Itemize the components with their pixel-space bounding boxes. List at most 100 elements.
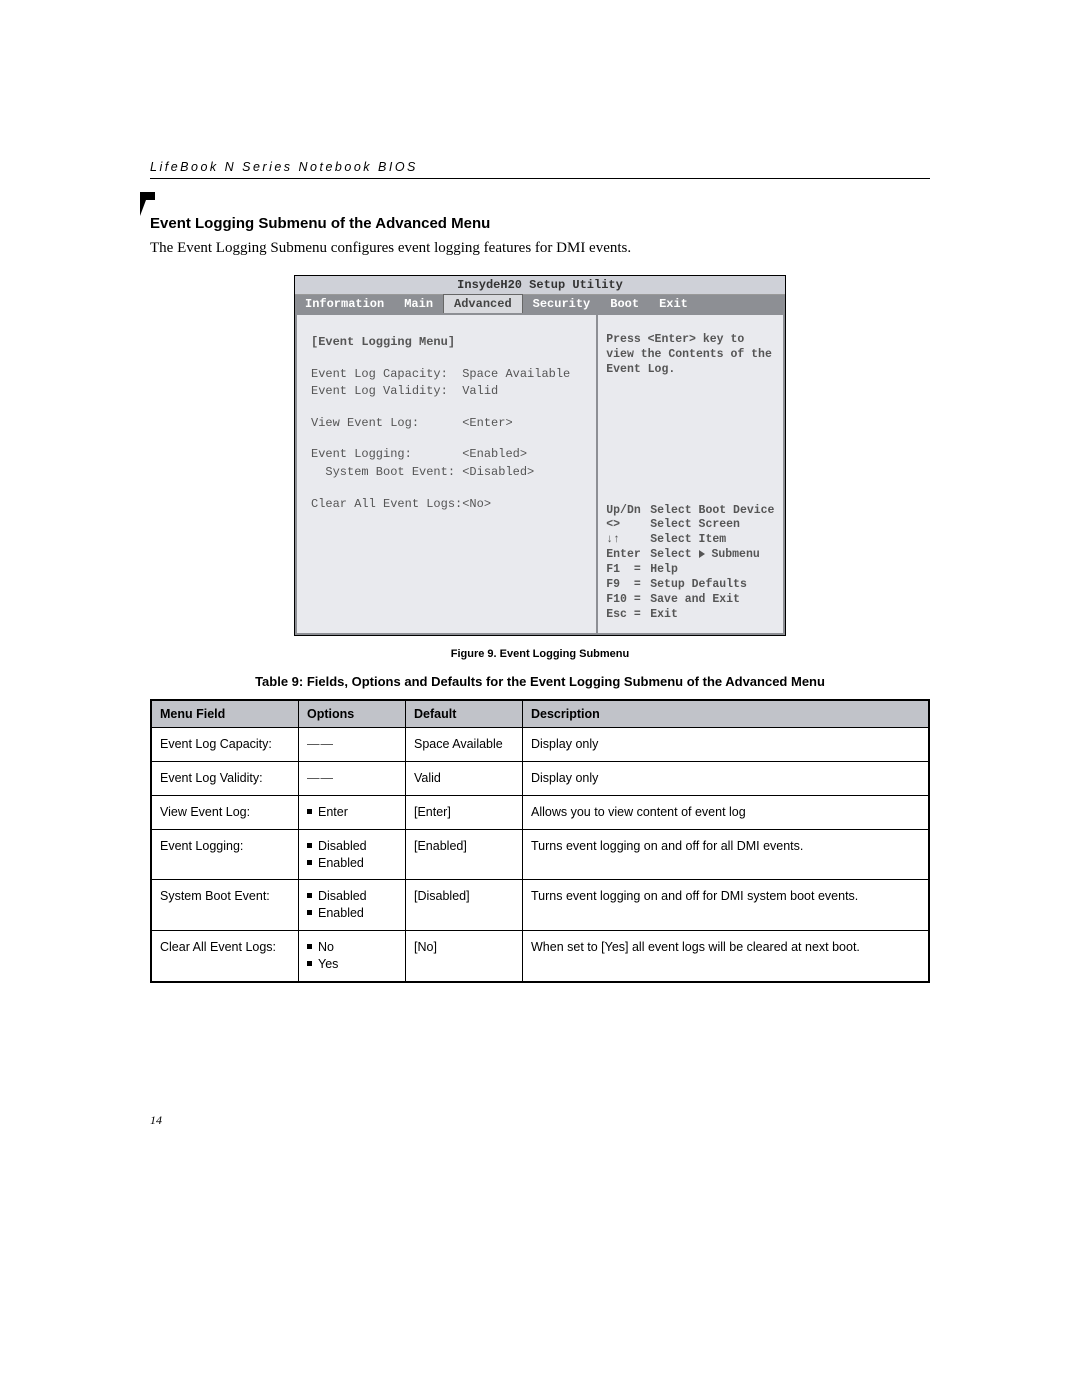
option-item: Disabled [307,838,397,855]
bios-nav-key: F1 = [606,563,650,578]
bios-nav-desc: Save and Exit [650,593,775,608]
cell-options: DisabledEnabled [299,880,406,931]
option-item: Disabled [307,888,397,905]
bios-submenu-header: [Event Logging Menu] [311,335,582,351]
bios-field-label: System Boot Event: [311,465,462,481]
section-title: Event Logging Submenu of the Advanced Me… [150,215,930,232]
bios-help-panel: Press <Enter> key to view the Contents o… [596,315,785,635]
bios-tab-advanced: Advanced [443,294,523,313]
cell-default: Space Available [406,728,523,762]
cell-description: Allows you to view content of event log [523,795,930,829]
bios-nav-key: F10 = [606,593,650,608]
bios-nav-desc: Select Item [650,533,775,548]
bios-nav-keys: Up/DnSelect Boot Device<>Select Screen↓↑… [606,504,775,624]
bios-nav-key: ↓↑ [606,533,650,548]
bios-field-label: View Event Log: [311,416,462,432]
table-header-cell: Description [523,700,930,728]
page-number: 14 [150,1113,930,1128]
bios-nav-desc: Exit [650,608,775,623]
option-item: Enabled [307,855,397,872]
table-row: Event Log Validity:——ValidDisplay only [151,761,929,795]
bios-field-value: Space Available [462,367,582,383]
bios-nav-row: ↓↑Select Item [606,533,775,548]
option-item: Yes [307,956,397,973]
bios-nav-row: Esc =Exit [606,608,775,623]
bios-nav-desc: Select Screen [650,518,775,533]
bios-nav-desc: Select Submenu [650,548,775,563]
cell-description: Turns event logging on and off for all D… [523,829,930,880]
table-row: Event Logging:DisabledEnabled[Enabled]Tu… [151,829,929,880]
bios-left-panel: [Event Logging Menu] Event Log Capacity:… [295,315,596,635]
cell-menu-field: View Event Log: [151,795,299,829]
bios-field-label: Clear All Event Logs: [311,497,462,513]
bios-field-row: Event Log Capacity:Space Available [311,367,582,383]
bios-nav-row: F1 =Help [606,563,775,578]
bios-nav-key: F9 = [606,578,650,593]
table-row: Event Log Capacity:——Space AvailableDisp… [151,728,929,762]
bios-field-value: <Enter> [462,416,582,432]
table-header-cell: Menu Field [151,700,299,728]
bios-field-row: Event Log Validity:Valid [311,384,582,400]
table-header-cell: Options [299,700,406,728]
fields-table: Menu FieldOptionsDefaultDescription Even… [150,699,930,983]
bios-nav-desc: Select Boot Device [650,504,775,519]
cell-description: Display only [523,761,930,795]
header-marker-icon [140,192,155,216]
figure-caption: Figure 9. Event Logging Submenu [150,648,930,660]
cell-default: [Enabled] [406,829,523,880]
cell-default: [No] [406,931,523,982]
bios-nav-key: Esc = [606,608,650,623]
bios-field-label: Event Log Validity: [311,384,462,400]
cell-menu-field: Clear All Event Logs: [151,931,299,982]
bios-field-value: <Enabled> [462,447,582,463]
cell-default: [Enter] [406,795,523,829]
bios-field-label: Event Log Capacity: [311,367,462,383]
bios-nav-row: Up/DnSelect Boot Device [606,504,775,519]
bios-nav-row: <>Select Screen [606,518,775,533]
bios-title-bar: InsydeH20 Setup Utility [295,276,785,295]
section-description: The Event Logging Submenu configures eve… [150,240,930,257]
cell-options: DisabledEnabled [299,829,406,880]
bios-screenshot: InsydeH20 Setup Utility InformationMainA… [294,275,786,636]
cell-default: [Disabled] [406,880,523,931]
cell-options: NoYes [299,931,406,982]
bios-nav-key: Enter [606,548,650,563]
option-item: Enter [307,804,397,821]
bios-field-row: View Event Log:<Enter> [311,416,582,432]
bios-field-label: Event Logging: [311,447,462,463]
bios-field-row: Event Logging:<Enabled> [311,447,582,463]
table-row: Clear All Event Logs:NoYes[No]When set t… [151,931,929,982]
cell-menu-field: Event Log Validity: [151,761,299,795]
bios-tab-security: Security [523,295,601,313]
cell-options: —— [299,761,406,795]
bios-nav-desc: Setup Defaults [650,578,775,593]
running-header: LifeBook N Series Notebook BIOS [150,160,930,179]
cell-menu-field: Event Log Capacity: [151,728,299,762]
bios-tab-exit: Exit [649,295,698,313]
triangle-right-icon [699,550,705,558]
bios-nav-row: F9 =Setup Defaults [606,578,775,593]
cell-description: When set to [Yes] all event logs will be… [523,931,930,982]
cell-description: Display only [523,728,930,762]
table-row: View Event Log: Enter [Enter]Allows you to… [151,795,929,829]
bios-help-text: Press <Enter> key to view the Contents o… [606,333,775,378]
cell-menu-field: Event Logging: [151,829,299,880]
bios-field-value: <No> [462,497,582,513]
bios-nav-key: <> [606,518,650,533]
bios-nav-row: F10 =Save and Exit [606,593,775,608]
bios-nav-row: EnterSelect Submenu [606,548,775,563]
bios-tab-boot: Boot [600,295,649,313]
cell-menu-field: System Boot Event: [151,880,299,931]
bios-nav-desc: Help [650,563,775,578]
cell-options: —— [299,728,406,762]
bios-field-value: Valid [462,384,582,400]
table-title: Table 9: Fields, Options and Defaults fo… [150,674,930,689]
table-row: System Boot Event:DisabledEnabled[Disabl… [151,880,929,931]
bios-field-row: System Boot Event:<Disabled> [311,465,582,481]
bios-tab-bar: InformationMainAdvancedSecurityBootExit [295,295,785,313]
cell-options: Enter [299,795,406,829]
cell-description: Turns event logging on and off for DMI s… [523,880,930,931]
bios-tab-main: Main [394,295,443,313]
bios-nav-key: Up/Dn [606,504,650,519]
table-header-cell: Default [406,700,523,728]
